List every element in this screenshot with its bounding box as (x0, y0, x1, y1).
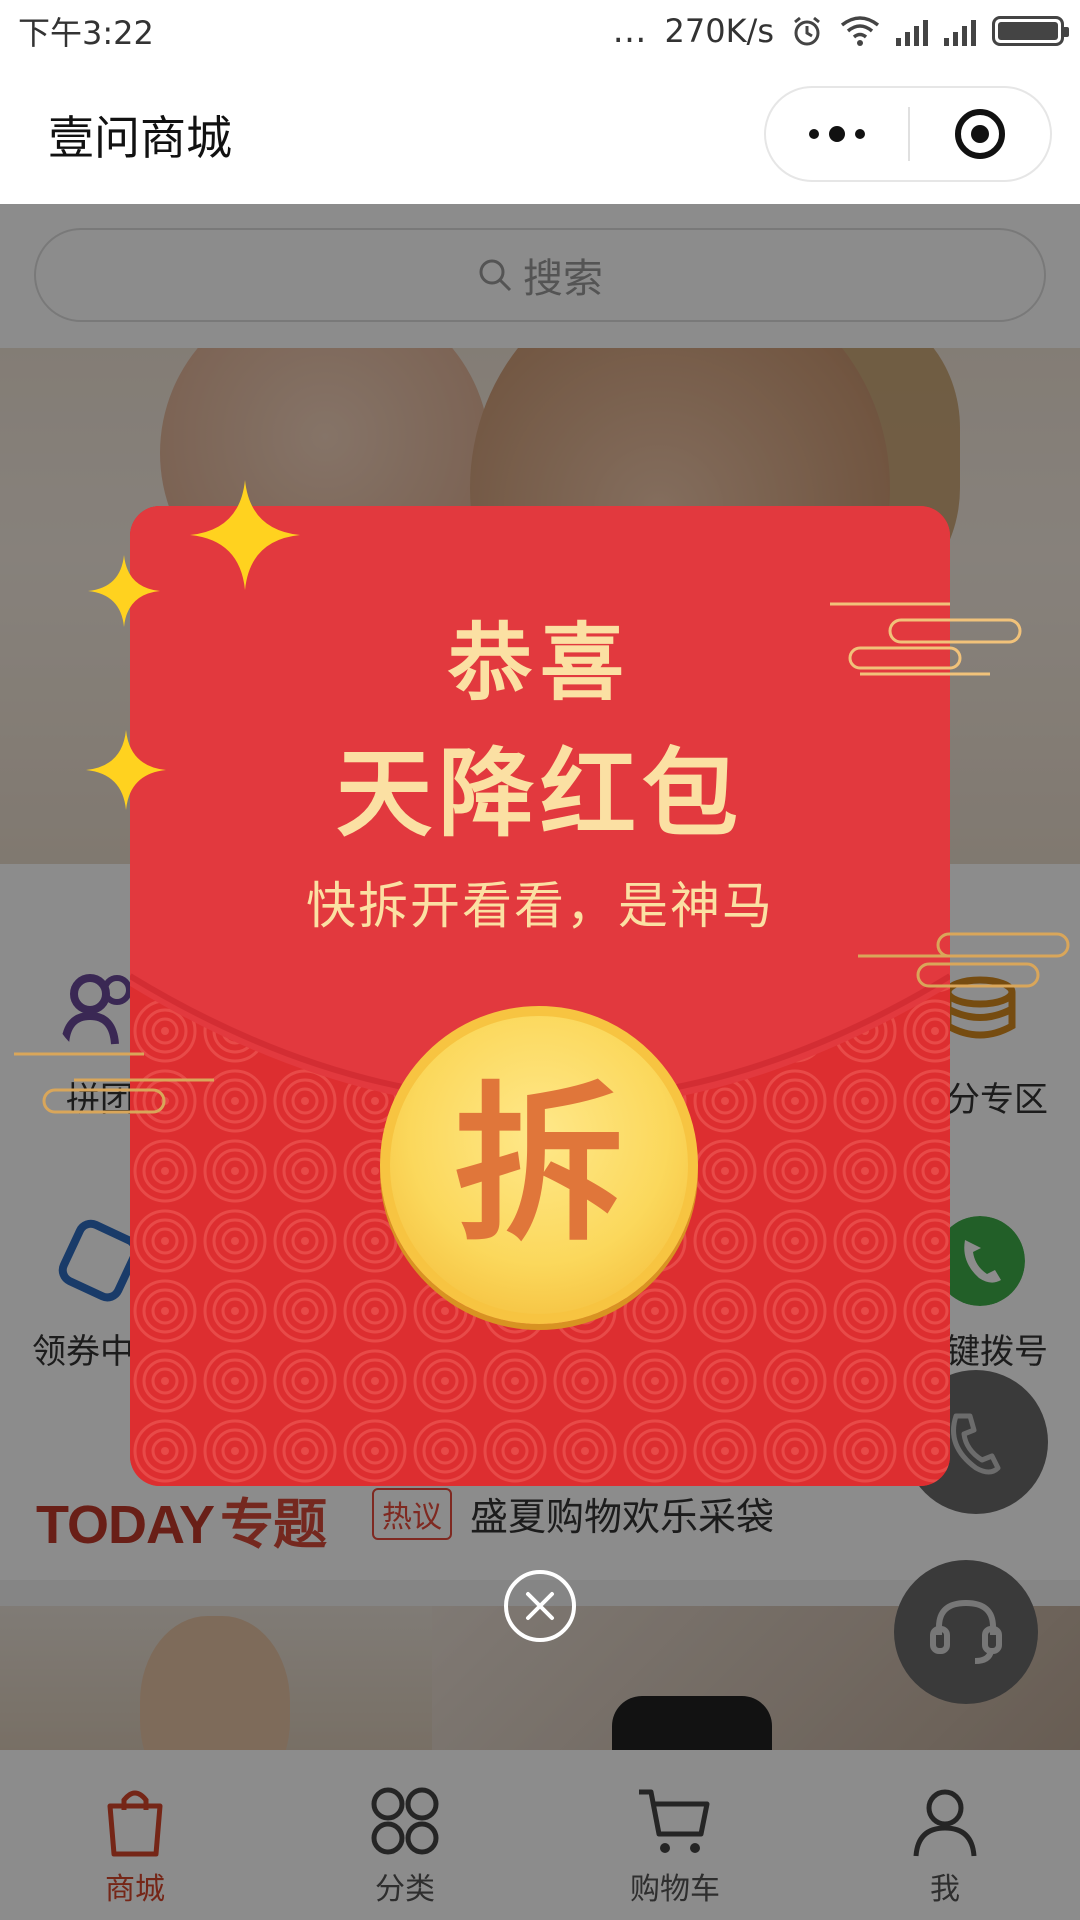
close-packet-button[interactable] (504, 1570, 576, 1642)
mini-program-capsule (764, 86, 1052, 182)
status-dots: … (612, 11, 649, 51)
packet-title-congrats: 恭喜 (447, 614, 632, 712)
sparkle-icon-3 (86, 730, 166, 810)
packet-title-main: 天降红包 (336, 738, 744, 850)
battery-icon (992, 16, 1069, 46)
red-packet: 恭喜 天降红包 快拆开看看，是神马 拆 (130, 506, 950, 1486)
status-bar: 下午3:22 … 270K/s (0, 0, 1080, 62)
cloud-decoration-2 (858, 932, 1070, 988)
status-time: 下午3:22 (18, 14, 154, 52)
signal-icon (896, 16, 928, 46)
packet-subtitle: 快拆开看看，是神马 (306, 877, 774, 935)
app-title: 壹问商城 (48, 111, 232, 165)
target-icon (955, 109, 1005, 159)
open-packet-button[interactable]: 拆 (380, 1006, 698, 1324)
network-speed: 270K/s (664, 12, 774, 50)
headset-icon (930, 1599, 1002, 1664)
wifi-icon (840, 16, 880, 46)
close-miniprogram-button[interactable] (910, 106, 1050, 162)
sparkle-icon-2 (88, 555, 160, 627)
cloud-decoration-3 (14, 1052, 214, 1114)
signal-icon-2 (944, 16, 976, 46)
cloud-decoration (830, 602, 1022, 676)
title-bar: 壹问商城 (0, 62, 1080, 204)
floating-service-button[interactable] (894, 1560, 1038, 1704)
more-options-button[interactable] (766, 88, 908, 180)
open-button-label: 拆 (453, 1065, 624, 1265)
close-icon (526, 1592, 554, 1620)
alarm-icon (794, 16, 820, 46)
sparkle-icon (190, 480, 300, 590)
status-icons: … 270K/s (612, 11, 1069, 51)
